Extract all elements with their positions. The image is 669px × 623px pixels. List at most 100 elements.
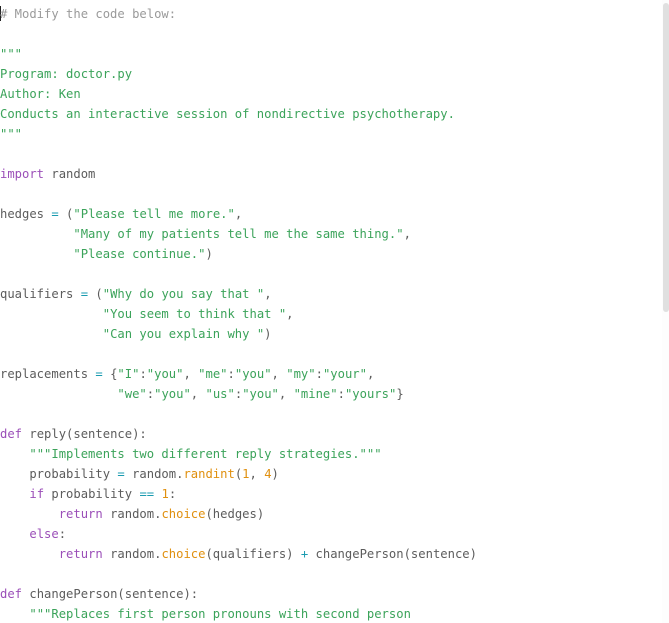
code-token-op: = [80,287,89,301]
code-token-string: Author: Ken [0,87,81,101]
code-line[interactable]: import random [0,164,477,184]
code-token-string: "me" [198,367,228,381]
code-token-string: "Please tell me more." [73,207,235,221]
code-token-plain: , [286,307,294,321]
code-token-string: "my" [286,367,316,381]
code-line[interactable]: probability = random.randint(1, 4) [0,464,477,484]
code-line[interactable]: Program: doctor.py [0,64,477,84]
code-token-func: randint [183,467,235,481]
code-token-plain: (qualifiers) [205,547,301,561]
code-token-string: Program: doctor.py [0,67,133,81]
code-line[interactable]: Author: Ken [0,84,477,104]
code-token-comment: # Modify the code below: [0,7,177,21]
scrollbar-thumb[interactable] [663,3,669,312]
code-token-plain: random. [102,507,162,521]
code-token-plain: { [102,367,118,381]
code-token-string: """ [0,47,23,61]
code-token-number: 4 [264,467,272,481]
code-token-keyword: return [58,547,103,561]
code-token-keyword: import [0,167,45,181]
code-line[interactable]: def changePerson(sentence): [0,584,477,604]
code-token-plain: , [264,287,272,301]
code-line[interactable] [0,264,477,284]
code-line[interactable] [0,144,477,164]
code-line[interactable] [0,344,477,364]
code-line[interactable]: qualifiers = ("Why do you say that ", [0,284,477,304]
code-line[interactable]: hedges = ("Please tell me more.", [0,204,477,224]
code-line[interactable]: """Implements two different reply strate… [0,444,477,464]
code-token-plain: : [227,367,235,381]
code-line[interactable]: "Can you explain why ") [0,324,477,344]
code-line[interactable]: """ [0,44,477,64]
code-line[interactable] [0,404,477,424]
code-line[interactable]: Conducts an interactive session of nondi… [0,104,477,124]
code-line[interactable]: if probability == 1: [0,484,477,504]
code-line[interactable]: # Modify the code below: [0,4,477,24]
code-token-plain: : [139,367,147,381]
code-token-plain: , [278,387,294,401]
code-line[interactable]: "Many of my patients tell me the same th… [0,224,477,244]
code-token-plain: , [183,367,199,381]
code-token-keyword: def [0,587,23,601]
code-token-string: Conducts an interactive session of nondi… [0,107,455,121]
code-line[interactable] [0,564,477,584]
code-token-plain: : [337,387,345,401]
code-line[interactable]: "You seem to think that ", [0,304,477,324]
code-token-func: choice [161,507,206,521]
code-line[interactable]: "Please continue.") [0,244,477,264]
code-token-string: "Many of my patients tell me the same th… [73,227,404,241]
code-token-string: "you" [154,387,191,401]
code-token-string: "Why do you say that " [102,287,265,301]
code-line[interactable]: """Replaces first person pronouns with s… [0,604,477,623]
code-line[interactable]: else: [0,524,477,544]
code-token-plain: , [234,207,243,221]
code-line[interactable]: "we":"you", "us":"you", "mine":"yours"} [0,384,477,404]
code-token-string: "us" [205,387,235,401]
code-token-string: "Can you explain why " [102,327,265,341]
code-token-plain: ) [271,467,279,481]
code-line[interactable]: replacements = {"I":"you", "me":"you", "… [0,364,477,384]
code-editor[interactable]: # Modify the code below: """ Program: doct… [0,0,662,623]
code-token-op: == [139,487,155,501]
code-token-plain: probability [44,487,140,501]
code-token-plain: , [366,367,375,381]
code-token-plain: qualifiers [0,287,81,301]
code-token-plain: : [168,487,177,501]
code-token-plain: probability [0,467,118,481]
code-token-string: """ [0,127,23,141]
code-line[interactable]: return random.choice(qualifiers) + chang… [0,544,477,564]
code-token-string: "your" [322,367,367,381]
code-line[interactable] [0,184,477,204]
code-token-plain: ) [264,327,272,341]
code-token-plain: changePerson(sentence) [308,547,477,561]
code-token-plain: , [403,227,411,241]
vertical-scrollbar[interactable] [662,0,669,623]
code-line[interactable] [0,24,477,44]
code-token-plain: ) [205,247,213,261]
code-token-plain: : [315,367,323,381]
code-token-plain: changePerson(sentence): [22,587,199,601]
code-line[interactable]: """ [0,124,477,144]
code-token-string: "you" [146,367,184,381]
code-token-string: "Please continue." [73,247,206,261]
code-token-func: choice [161,547,206,561]
code-token-keyword: return [58,507,103,521]
code-line[interactable]: def reply(sentence): [0,424,477,444]
code-token-plain: hedges [0,207,52,221]
code-lines[interactable]: # Modify the code below: """ Program: doct… [0,4,477,623]
code-token-number: 1 [161,487,169,501]
code-token-plain: reply(sentence): [22,427,147,441]
code-line[interactable]: return random.choice(hedges) [0,504,477,524]
code-token-string: "we" [117,387,147,401]
code-token-plain: ( [88,287,103,301]
code-token-string: "mine" [293,387,338,401]
code-token-keyword: def [0,427,23,441]
